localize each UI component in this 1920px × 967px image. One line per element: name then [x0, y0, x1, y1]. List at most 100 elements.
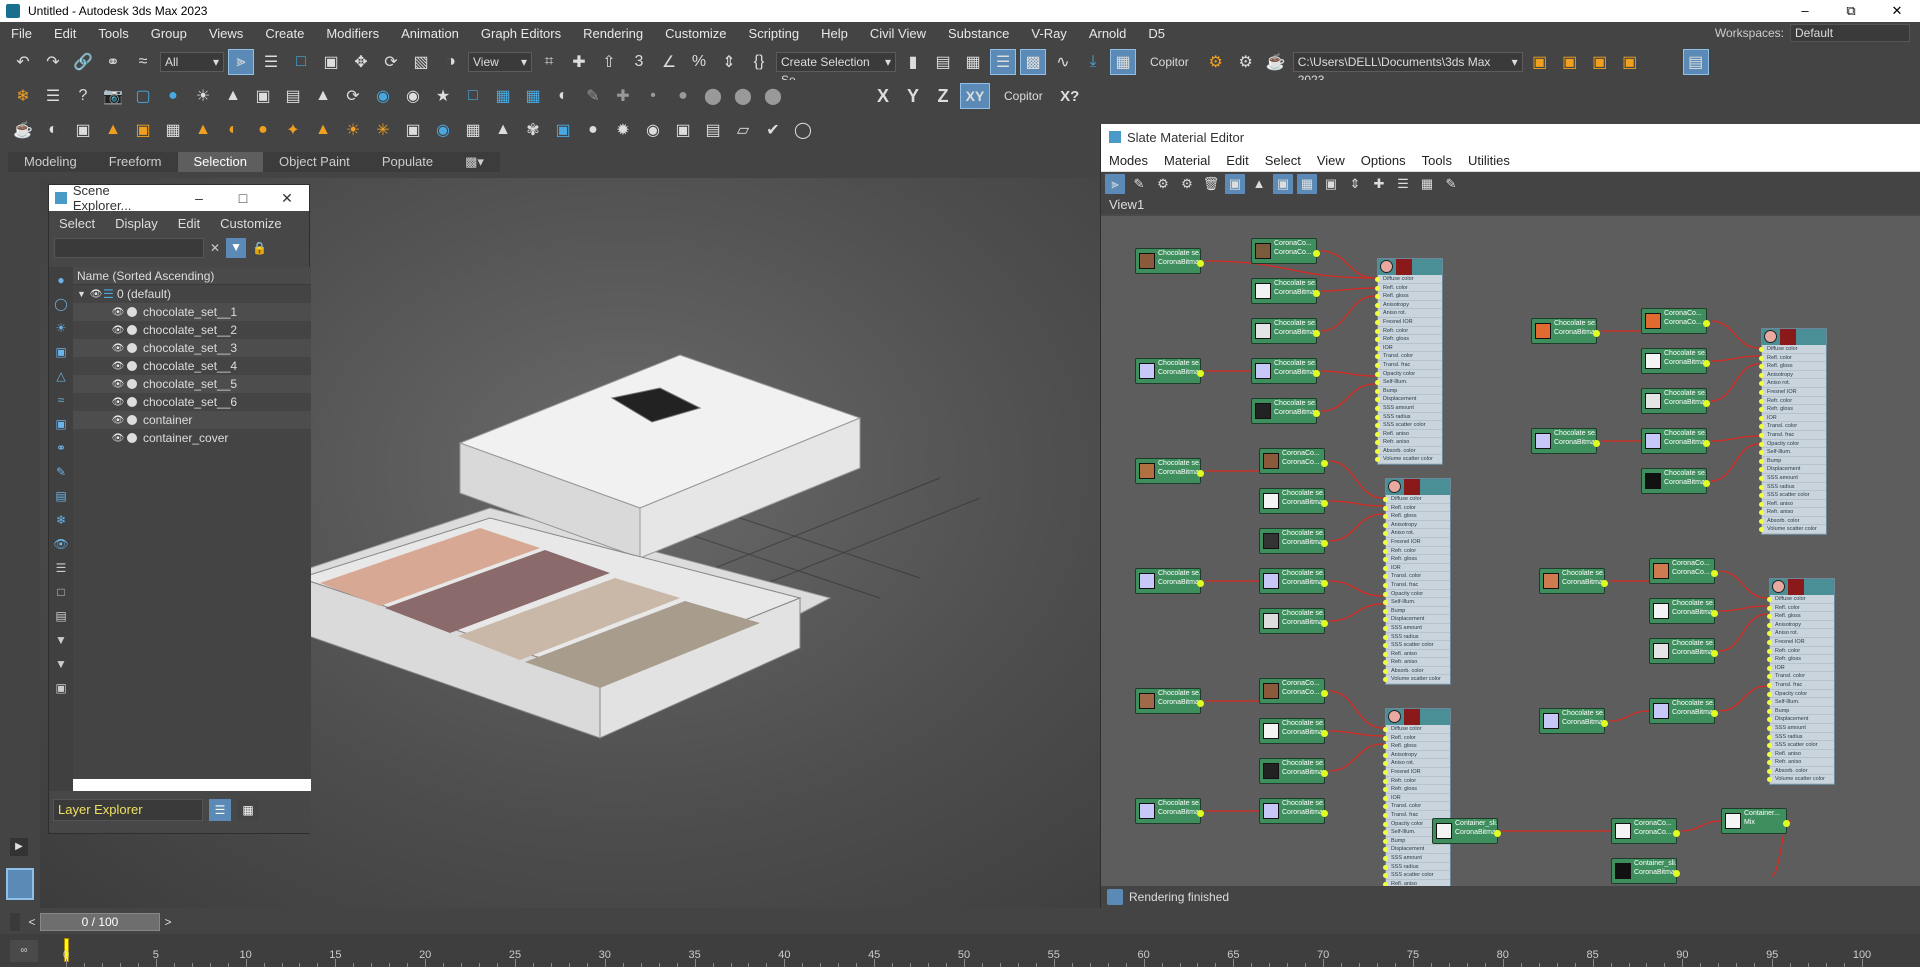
expand-arrow-icon[interactable]: ▼	[77, 289, 89, 299]
material-slot[interactable]: Transl. frac	[1383, 581, 1450, 590]
scene-object-row[interactable]: 👁 chocolate_set__6	[73, 393, 311, 411]
material-slot[interactable]: SSS amount	[1767, 724, 1834, 733]
sun-light-icon[interactable]: ☀	[340, 117, 366, 143]
map-node[interactable]: Chocolate se...CoronaBitmap	[1251, 358, 1320, 384]
menu-group[interactable]: Group	[140, 26, 198, 41]
time-slider-left-arrow[interactable]	[10, 913, 20, 931]
menu-animation[interactable]: Animation	[390, 26, 470, 41]
material-slot[interactable]: Refr. gloss	[1759, 405, 1826, 414]
viewport-icon[interactable]: ▦	[520, 83, 546, 109]
material-slot[interactable]: Refr. gloss	[1767, 655, 1834, 664]
material-slot[interactable]: Self-Illum.	[1759, 448, 1826, 457]
map-node[interactable]: CoronaCo... CoronaCo...	[1259, 448, 1328, 474]
output-port[interactable]	[1321, 620, 1328, 627]
schematic-view-icon[interactable]: ⤓	[1080, 49, 1106, 75]
percent-snap-icon[interactable]: %	[686, 49, 712, 75]
spot-light-icon[interactable]: ▲	[190, 117, 216, 143]
camera-icon[interactable]: 📷	[100, 83, 126, 109]
map-node[interactable]: Chocolate se...CoronaBitmap	[1259, 568, 1328, 594]
output-port[interactable]	[1673, 830, 1680, 837]
slate-menu-material[interactable]: Material	[1156, 153, 1218, 168]
material-slot[interactable]: Refr. gloss	[1383, 785, 1450, 794]
project-path-dropdown[interactable]: C:\Users\DELL\Documents\3ds Max 2023 ▾	[1292, 52, 1523, 87]
tab-freeform[interactable]: Freeform	[93, 152, 178, 172]
map-node[interactable]: Chocolate se...CoronaBitmap	[1135, 248, 1204, 274]
menu-civil-view[interactable]: Civil View	[859, 26, 937, 41]
link-icon[interactable]: 🔗	[70, 49, 96, 75]
render-icon[interactable]: ◯	[790, 117, 816, 143]
edit-named-selection-icon[interactable]: {}	[746, 49, 772, 75]
dot-large-icon[interactable]: ⬤	[700, 83, 726, 109]
material-slot[interactable]: SSS scatter color	[1767, 741, 1834, 750]
material-slot[interactable]: Bump	[1759, 457, 1826, 466]
layer-stack-icon[interactable]: ☰	[209, 799, 231, 821]
background-icon[interactable]: ▣	[1321, 174, 1341, 194]
converter-icon[interactable]: ◉	[640, 117, 666, 143]
material-slot[interactable]: SSS radius	[1375, 413, 1442, 422]
image-icon[interactable]: ▣	[250, 83, 276, 109]
material-slot[interactable]: Absorb. color	[1383, 667, 1450, 676]
menu-scripting[interactable]: Scripting	[738, 26, 811, 41]
material-slot[interactable]: Anisotropy	[1383, 751, 1450, 760]
material-slot[interactable]: SSS scatter color	[1759, 491, 1826, 500]
axis-y-button[interactable]: Y	[900, 83, 926, 109]
material-slot[interactable]: Volume scatter color	[1383, 675, 1450, 685]
map-node[interactable]: Chocolate se...CoronaBitmap	[1531, 318, 1600, 344]
dome-icon[interactable]: ◐	[220, 117, 246, 143]
show-map-icon[interactable]: ▣	[1273, 174, 1293, 194]
material-slot[interactable]: SSS scatter color	[1383, 641, 1450, 650]
scene-object-row[interactable]: 👁 container_cover	[73, 429, 311, 447]
material-slot[interactable]: Aniso rot.	[1375, 309, 1442, 318]
pivot-center-icon[interactable]: ⌗	[536, 49, 562, 75]
material-slot[interactable]: Aniso rot.	[1383, 759, 1450, 768]
material-slot[interactable]: Fresnel IOR	[1759, 388, 1826, 397]
lock-icon[interactable]: 🔒	[252, 241, 267, 255]
map-node[interactable]: Chocolate se...CoronaBitmap	[1251, 278, 1320, 304]
map-node[interactable]: Chocolate se...CoronaBitmap	[1251, 318, 1320, 344]
material-slot[interactable]: Absorb. color	[1375, 447, 1442, 456]
tab-populate[interactable]: Populate	[366, 152, 449, 172]
output-port[interactable]	[1313, 290, 1320, 297]
material-slot[interactable]: SSS radius	[1767, 733, 1834, 742]
workspaces-dropdown[interactable]: Default	[1790, 24, 1910, 42]
vray-icon[interactable]: ✔	[760, 117, 786, 143]
material-slot[interactable]: SSS scatter color	[1375, 421, 1442, 430]
material-slot[interactable]: Opacity color	[1759, 440, 1826, 449]
invert-filter-icon[interactable]: ▤	[52, 607, 70, 625]
node-graph-canvas[interactable]: Chocolate se...CoronaBitmap CoronaCo...Co…	[1101, 216, 1920, 886]
output-port[interactable]	[1313, 410, 1320, 417]
scene-object-row[interactable]: 👁 container	[73, 411, 311, 429]
spinner-snap-icon[interactable]: ⇕	[716, 49, 742, 75]
material-slot[interactable]: Diffuse color	[1375, 275, 1442, 284]
minimize-button[interactable]: –	[177, 190, 221, 207]
menu-file[interactable]: File	[0, 26, 43, 41]
map-node[interactable]: Chocolate se...CoronaBitmap	[1649, 638, 1718, 664]
material-slot[interactable]: Opacity color	[1383, 590, 1450, 599]
slicer-icon[interactable]: ▲	[490, 117, 516, 143]
se-menu-select[interactable]: Select	[49, 216, 105, 231]
slate-select-icon[interactable]: ⫸	[1105, 174, 1125, 194]
open-folder-icon[interactable]: ▣	[1557, 49, 1583, 75]
slate-menu-modes[interactable]: Modes	[1101, 153, 1156, 168]
map-node[interactable]: Chocolate se...CoronaBitmap	[1641, 388, 1710, 414]
material-slot[interactable]: SSS amount	[1383, 854, 1450, 863]
material-slot[interactable]: Refl. gloss	[1759, 362, 1826, 371]
angle-snap-icon[interactable]: ∠	[656, 49, 682, 75]
material-slot[interactable]: Refr. aniso	[1759, 508, 1826, 517]
visibility-eye-icon[interactable]: 👁	[111, 379, 125, 390]
dot-small-icon[interactable]: •	[640, 83, 666, 109]
decal-icon[interactable]: ▦	[460, 117, 486, 143]
selection-filter-dropdown[interactable]: All ▾	[160, 52, 224, 72]
select-by-name-icon[interactable]: ☰	[258, 49, 284, 75]
named-selection-dropdown[interactable]: Create Selection Se ▾	[776, 52, 896, 87]
undo-icon[interactable]: ↶	[10, 49, 36, 75]
material-slot[interactable]: Fresnel IOR	[1383, 768, 1450, 777]
output-port[interactable]	[1601, 720, 1608, 727]
xrefs-filter-icon[interactable]: ⚭	[52, 439, 70, 457]
material-node[interactable]: Diffuse color Refl. color Refl. gloss Aniso…	[1383, 708, 1451, 886]
map-node[interactable]: Chocolate se...CoronaBitmap	[1531, 428, 1600, 454]
layout-children-icon[interactable]: ✚	[1369, 174, 1389, 194]
material-slot[interactable]: Opacity color	[1375, 370, 1442, 379]
ribbon-options-icon[interactable]: ▩▾	[449, 152, 500, 172]
material-icon[interactable]: ◉	[370, 83, 396, 109]
